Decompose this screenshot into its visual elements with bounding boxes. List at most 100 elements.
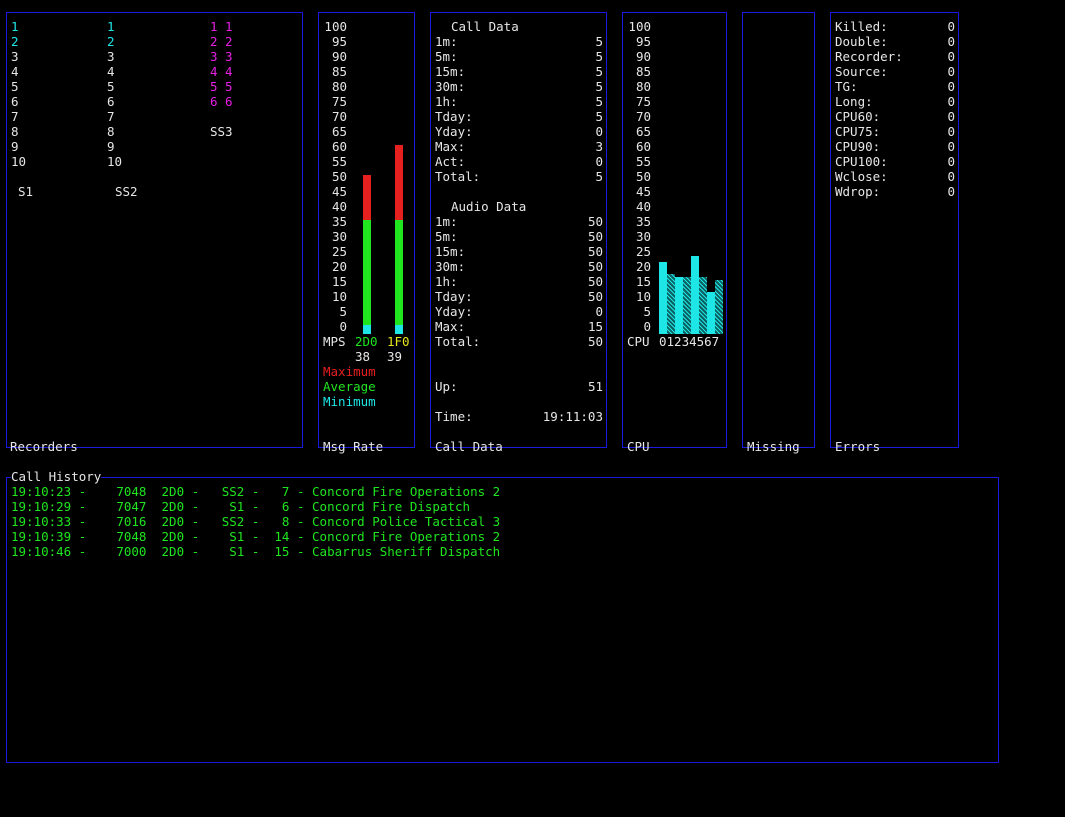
stat-value: 0	[595, 304, 603, 319]
call-history-list: 19:10:23 - 7048 2D0 - SS2 - 7 - Concord …	[11, 484, 500, 559]
cpu-core-bar-4	[691, 256, 699, 334]
call-history-title: Call History	[11, 469, 102, 484]
scale-tick: 90	[331, 49, 347, 64]
stat-label: 5m:	[435, 229, 458, 244]
stat-value: 0	[595, 154, 603, 169]
cpu-core-bar-2	[675, 277, 683, 334]
scale-tick: 50	[331, 169, 347, 184]
time-row: Time: 19:11:03	[435, 409, 603, 424]
call-history-panel: Call History 19:10:23 - 7048 2D0 - SS2 -…	[6, 469, 999, 763]
recorder-slot: 3	[107, 49, 115, 64]
recorder-slot: 4	[11, 64, 19, 79]
stat-row: Wclose: 0	[835, 169, 955, 184]
stat-label: Total:	[435, 169, 481, 184]
stat-row: TG: 0	[835, 79, 955, 94]
recorder-slot: 10	[11, 154, 27, 169]
recorder-slot: 7	[11, 109, 19, 124]
stat-row: 1m: 50	[435, 214, 603, 229]
stat-row: 1h: 5	[435, 94, 603, 109]
stat-value: 5	[595, 34, 603, 49]
recorder-slot: 8	[107, 124, 115, 139]
call-data-panel: Call Data 1m: 5 5m: 5 15m: 5 30m: 5 1h: 5 Tday: 5 Yd…	[430, 12, 607, 454]
stat-label: Yday:	[435, 124, 473, 139]
scale-tick: 15	[331, 274, 347, 289]
stat-value: 5	[595, 109, 603, 124]
bar-value-1: 39	[387, 349, 403, 364]
stat-label: CPU90:	[835, 139, 881, 154]
scale-tick: 100	[628, 19, 651, 34]
stat-label: Source:	[835, 64, 888, 79]
bar-min-segment	[395, 325, 403, 334]
call-data-header: Call Data	[451, 19, 519, 34]
recorder-slot: 3	[11, 49, 19, 64]
scale-tick: 10	[635, 289, 651, 304]
cpu-core-bar-1	[667, 274, 675, 334]
recorder-slot: 9	[11, 139, 19, 154]
stat-value: 0	[947, 19, 955, 34]
call-data-title: Call Data	[435, 439, 503, 454]
stat-label: Tday:	[435, 289, 473, 304]
stat-value: 0	[947, 34, 955, 49]
stat-label: 1m:	[435, 34, 458, 49]
stat-row: Double: 0	[835, 34, 955, 49]
stat-value: 50	[587, 259, 603, 274]
stat-value: 0	[947, 139, 955, 154]
call-data-rows: 1m: 5 5m: 5 15m: 5 30m: 5 1h: 5 Tday: 5 Yday: 0 Max: 3 A…	[435, 34, 603, 184]
cpu-panel: 100 95 90 85 80 75 70 65 60 55 50 45 40 35 30 25 20 15 10 5…	[622, 12, 727, 454]
mps-label: MPS	[323, 334, 346, 349]
stat-row: Source: 0	[835, 64, 955, 79]
stat-row: Tday: 50	[435, 289, 603, 304]
recorder-slot: 5 5	[210, 79, 233, 94]
legend-maximum: Maximum	[323, 364, 376, 379]
msg-rate-bar-1	[395, 145, 403, 334]
stat-label: Double:	[835, 34, 888, 49]
bar-avg-segment	[395, 220, 403, 325]
cpu-core-labels: 01234567	[659, 334, 720, 349]
scale-tick: 25	[635, 244, 651, 259]
recorder-slot: 8	[11, 124, 19, 139]
scale-tick: 0	[339, 319, 347, 334]
stat-row: Max: 3	[435, 139, 603, 154]
uptime-label: Up:	[435, 379, 458, 394]
scale-tick: 40	[635, 199, 651, 214]
scale-tick: 5	[339, 304, 347, 319]
missing-panel: Missing	[742, 12, 815, 454]
stat-row: Tday: 5	[435, 109, 603, 124]
stat-label: Long:	[835, 94, 873, 109]
stat-value: 3	[595, 139, 603, 154]
stat-label: CPU100:	[835, 154, 888, 169]
recorder-slot: 1	[11, 19, 19, 34]
stat-label: Yday:	[435, 304, 473, 319]
stat-row: Total: 5	[435, 169, 603, 184]
bar-min-segment	[363, 325, 371, 334]
scale-tick: 95	[331, 34, 347, 49]
bar-max-segment	[363, 175, 371, 220]
msg-rate-scale: 100 95 90 85 80 75 70 65 60 55 50 45 40 35 30 25 20 15 10 5…	[323, 19, 347, 334]
scale-tick: 0	[643, 319, 651, 334]
msg-rate-bar-0	[363, 175, 371, 334]
stat-row: Killed: 0	[835, 19, 955, 34]
stat-row: CPU100: 0	[835, 154, 955, 169]
cpu-core-bar-6	[707, 292, 715, 334]
scale-tick: 70	[635, 109, 651, 124]
stat-row: 30m: 5	[435, 79, 603, 94]
stat-value: 0	[947, 64, 955, 79]
stat-value: 0	[947, 109, 955, 124]
stat-row: 15m: 50	[435, 244, 603, 259]
stat-row: Long: 0	[835, 94, 955, 109]
recorder-slot: 9	[107, 139, 115, 154]
call-history-row: 19:10:46 - 7000 2D0 - S1 - 15 - Cabarrus…	[11, 544, 501, 559]
scale-tick: 85	[635, 64, 651, 79]
call-history-row: 19:10:33 - 7016 2D0 - SS2 - 8 - Concord …	[11, 514, 501, 529]
scale-tick: 60	[635, 139, 651, 154]
stat-value: 0	[947, 94, 955, 109]
recorder-slot: 10	[107, 154, 123, 169]
scale-tick: 20	[331, 259, 347, 274]
stat-label: Max:	[435, 319, 466, 334]
stat-row: Total: 50	[435, 334, 603, 349]
stat-label: TG:	[835, 79, 858, 94]
scale-tick: 10	[331, 289, 347, 304]
stat-value: 5	[595, 49, 603, 64]
recorder-slot: 6 6	[210, 94, 233, 109]
stat-value: 5	[595, 94, 603, 109]
